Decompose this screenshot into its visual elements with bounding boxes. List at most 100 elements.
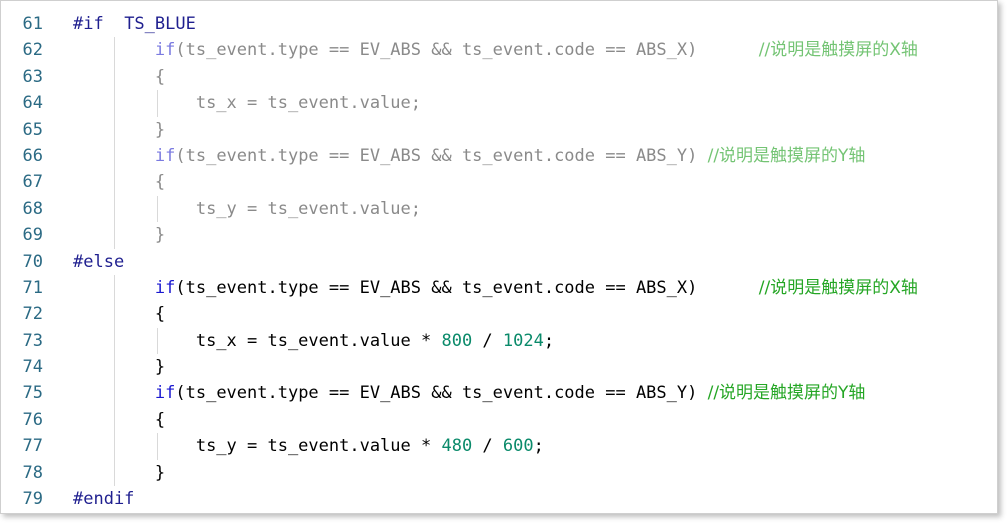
code-token: ts_x = ts_event.value;	[195, 93, 421, 114]
line-number: 65	[22, 119, 43, 140]
code-line: 69 }	[1, 222, 997, 249]
code-line: 73 ts_x = ts_event.value * 800 / 1024;	[1, 327, 997, 355]
code-token: 800	[441, 330, 473, 351]
line-number: 74	[22, 357, 43, 378]
code-text: }	[73, 222, 165, 248]
code-token: if	[154, 40, 176, 61]
code-text: ts_x = ts_event.value;	[73, 90, 421, 116]
code-token: #if	[73, 14, 125, 34]
code-line: 64 ts_x = ts_event.value;	[1, 90, 997, 117]
code-token: /	[472, 330, 503, 351]
code-text: ts_x = ts_event.value * 800 / 1024;	[73, 328, 554, 354]
code-text: #if TS_BLUE	[73, 11, 196, 37]
code-line: 63 {	[1, 63, 997, 91]
code-token: //说明是触摸屏的X轴	[758, 277, 918, 298]
code-text: if(ts_event.type == EV_ABS && ts_event.c…	[73, 380, 866, 406]
code-token: (ts_event.type == EV_ABS && ts_event.cod…	[175, 145, 708, 166]
code-line: 74 }	[1, 354, 997, 381]
line-number: 73	[22, 330, 43, 351]
code-text: ts_y = ts_event.value * 480 / 600;	[73, 433, 544, 459]
code-token: (ts_event.type == EV_ABS && ts_event.cod…	[175, 383, 708, 404]
code-token: TS_BLUE	[124, 14, 196, 34]
code-token: ts_y = ts_event.value;	[195, 198, 421, 219]
code-token: }	[154, 119, 166, 140]
code-line: 70 #else	[1, 249, 997, 275]
code-line: 78 }	[1, 459, 997, 487]
code-text: if(ts_event.type == EV_ABS && ts_event.c…	[73, 37, 918, 63]
code-token: //说明是触摸屏的X轴	[758, 40, 918, 61]
line-number: 78	[22, 462, 43, 483]
code-line: 77 ts_y = ts_event.value * 480 / 600;	[1, 433, 997, 460]
line-number: 63	[22, 66, 43, 87]
code-token: }	[154, 462, 166, 483]
code-text: #endif	[73, 486, 134, 512]
line-number: 72	[22, 304, 43, 325]
code-token: {	[154, 304, 166, 325]
code-token: (ts_event.type == EV_ABS && ts_event.cod…	[175, 40, 759, 61]
code-token: {	[154, 409, 166, 430]
code-token: {	[154, 66, 166, 87]
code-line: 71 if(ts_event.type == EV_ABS && ts_even…	[1, 274, 997, 302]
line-number: 66	[22, 145, 43, 166]
code-text: {	[73, 169, 165, 195]
code-token: 600	[502, 436, 534, 457]
code-text: }	[73, 354, 165, 380]
code-token: }	[154, 225, 166, 246]
code-token: }	[154, 357, 166, 378]
code-line: 61 #if TS_BLUE	[1, 11, 997, 37]
code-token: ;	[543, 330, 555, 351]
code-line: 79 #endif	[1, 486, 997, 512]
code-token: 480	[441, 436, 473, 457]
line-number: 76	[22, 409, 43, 430]
code-token: //说明是触摸屏的Y轴	[707, 145, 866, 166]
code-line: 76 {	[1, 406, 997, 434]
code-token: if	[154, 145, 176, 166]
code-text: if(ts_event.type == EV_ABS && ts_event.c…	[73, 143, 866, 169]
code-text: {	[73, 64, 165, 90]
code-line: 67 {	[1, 169, 997, 196]
code-snippet-frame: 61 #if TS_BLUE 62 if(ts_event.type == EV_A…	[0, 0, 998, 514]
line-number: 77	[22, 436, 43, 457]
code-token: if	[154, 383, 176, 404]
code-line: 65 }	[1, 116, 997, 143]
code-text: if(ts_event.type == EV_ABS && ts_event.c…	[73, 275, 918, 301]
code-token: //说明是触摸屏的Y轴	[707, 383, 866, 404]
code-token: ;	[533, 436, 544, 457]
line-number: 67	[22, 172, 43, 193]
code-text: #else	[73, 249, 124, 275]
line-number: 69	[22, 225, 43, 246]
code-token: {	[154, 172, 166, 193]
line-number: 61	[22, 14, 43, 34]
code-token: if	[154, 277, 176, 298]
line-number: 79	[22, 489, 43, 510]
code-text: {	[73, 301, 165, 327]
code-line: 68 ts_y = ts_event.value;	[1, 195, 997, 223]
line-number: 70	[22, 251, 43, 272]
code-text: }	[73, 460, 165, 486]
code-line: 62 if(ts_event.type == EV_ABS && ts_even…	[1, 37, 997, 64]
line-number: 71	[22, 277, 43, 298]
code-line: 72 {	[1, 301, 997, 328]
code-token: #else	[73, 251, 125, 272]
code-token: #endif	[73, 489, 135, 510]
code-token: 1024	[502, 330, 544, 351]
code-text: {	[73, 407, 165, 433]
code-editor: 61 #if TS_BLUE 62 if(ts_event.type == EV_A…	[1, 11, 997, 512]
code-token: (ts_event.type == EV_ABS && ts_event.cod…	[175, 277, 759, 298]
